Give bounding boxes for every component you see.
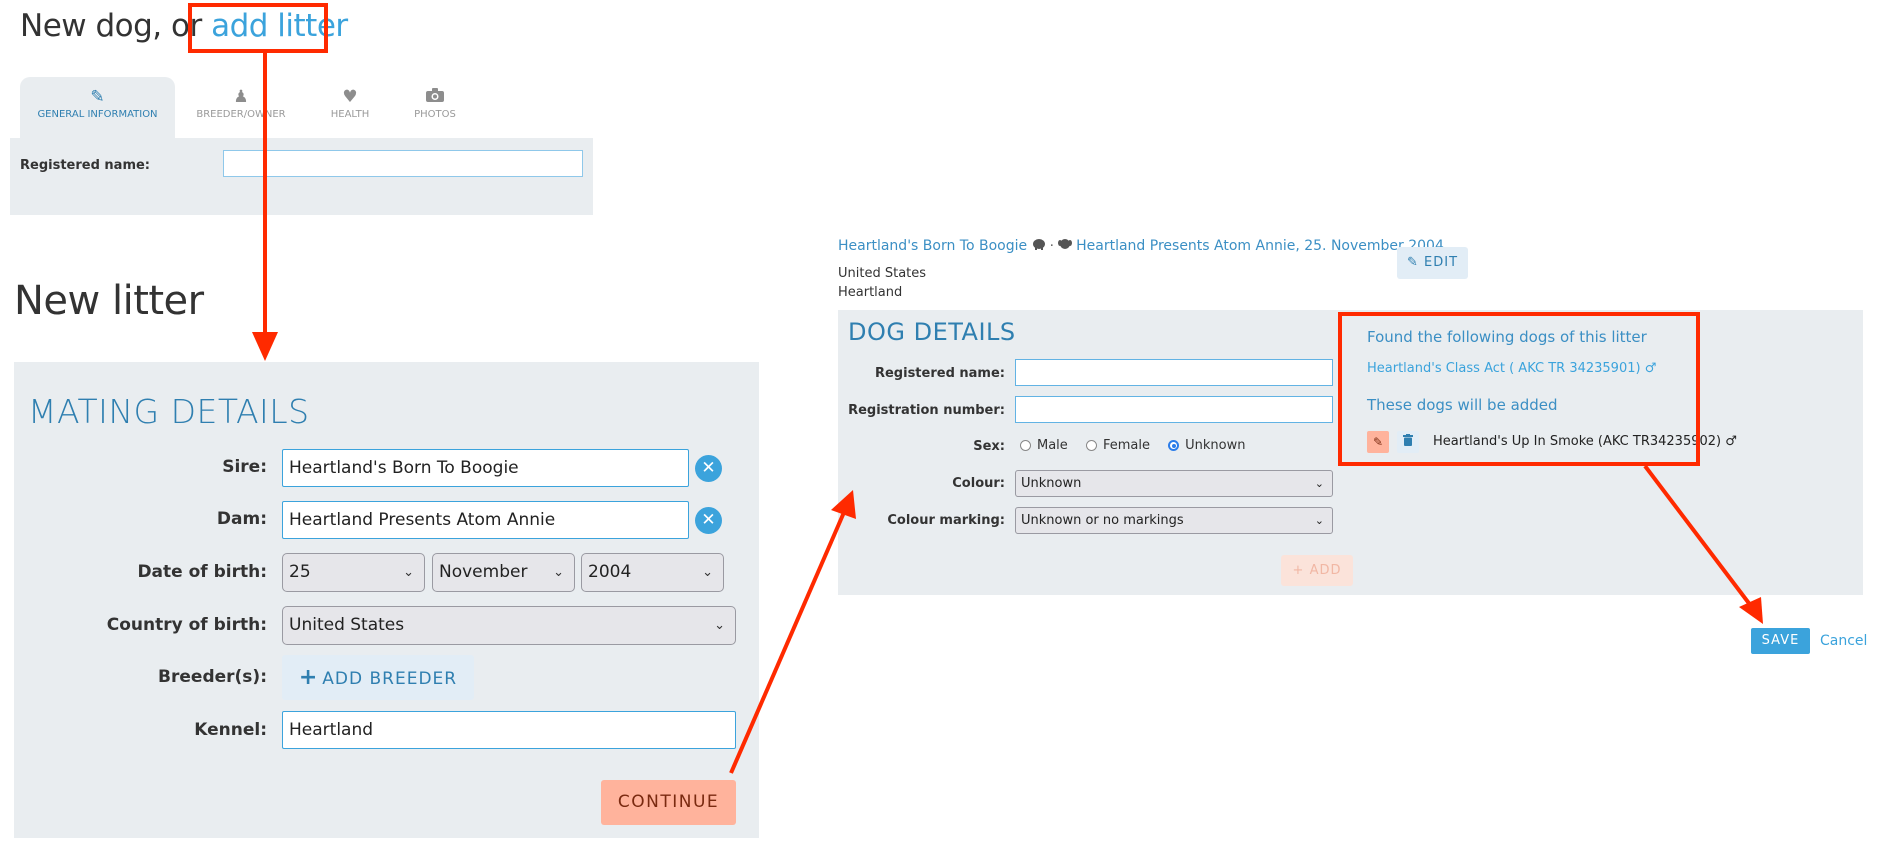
- litter-kennel: Heartland: [838, 285, 903, 300]
- colour-marking-value: Unknown or no markings: [1021, 513, 1184, 528]
- dam-label: Dam:: [216, 509, 267, 529]
- radio-button[interactable]: [1085, 440, 1097, 451]
- tab-label: HEALTH: [330, 109, 370, 120]
- date-of-birth-label: Date of birth:: [137, 562, 267, 582]
- new-litter-heading: New litter: [14, 278, 204, 324]
- registered-name-label: Registered name:: [874, 366, 1005, 381]
- registration-number-label: Registration number:: [848, 403, 1005, 418]
- male-dog-icon: [1032, 239, 1050, 254]
- female-dog-icon: [1054, 239, 1076, 254]
- clear-dam-button[interactable]: ✕: [695, 507, 722, 534]
- chevron-down-icon: ⌄: [714, 618, 725, 633]
- colour-label: Colour:: [952, 476, 1005, 491]
- heart-pulse-icon: ♥: [342, 87, 358, 107]
- add-dog-button[interactable]: + ADD: [1281, 555, 1353, 586]
- edit-litter-button[interactable]: ✎ EDIT: [1397, 247, 1468, 279]
- dob-year-select[interactable]: 2004 ⌄: [581, 553, 724, 592]
- sire-label: Sire:: [222, 457, 267, 477]
- cancel-link[interactable]: Cancel: [1820, 633, 1867, 649]
- dob-day-select[interactable]: 25 ⌄: [282, 553, 425, 592]
- breeders-label: Breeder(s):: [158, 667, 267, 687]
- tab-label: BREEDER/OWNER: [196, 109, 286, 120]
- pencil-icon: ✎: [1406, 255, 1419, 270]
- colour-value: Unknown: [1021, 476, 1082, 491]
- chevron-down-icon: ⌄: [702, 565, 713, 580]
- sex-option-male[interactable]: Male: [1020, 438, 1068, 453]
- dob-month-select[interactable]: November ⌄: [432, 553, 575, 592]
- save-button[interactable]: SAVE: [1751, 628, 1810, 654]
- radio-label: Unknown: [1185, 438, 1246, 453]
- person-icon: ♟: [233, 87, 249, 107]
- sex-label: Sex:: [973, 439, 1005, 454]
- radio-button[interactable]: [1020, 440, 1031, 451]
- kennel-label: Kennel:: [194, 720, 267, 740]
- litter-title: Heartland's Born To Boogie · Heartland P…: [838, 238, 1444, 254]
- mating-details-title: MATING DETAILS: [28, 392, 310, 431]
- registered-name-label: Registered name:: [20, 158, 151, 173]
- colour-select[interactable]: Unknown ⌄: [1015, 470, 1333, 497]
- chevron-down-icon: ⌄: [553, 565, 564, 580]
- annotation-box-litter-summary: [1338, 312, 1700, 466]
- add-breeder-button[interactable]: + ADD BREEDER: [282, 655, 474, 700]
- radio-button-selected[interactable]: [1168, 440, 1180, 451]
- dam-link[interactable]: Heartland Presents Atom Annie, 25. Novem…: [1076, 238, 1444, 254]
- plus-icon: +: [298, 665, 319, 690]
- edit-label: EDIT: [1424, 255, 1459, 270]
- dob-month-value: November: [439, 562, 528, 582]
- dob-year-value: 2004: [588, 562, 632, 582]
- camera-icon: [395, 87, 475, 109]
- sex-option-unknown[interactable]: Unknown: [1168, 438, 1245, 453]
- litter-country: United States: [838, 266, 927, 281]
- chevron-down-icon: ⌄: [1314, 477, 1324, 490]
- sex-radio-group: Male Female Unknown: [1020, 438, 1259, 453]
- mating-details-panel: [14, 362, 759, 838]
- tab-label: GENERAL INFORMATION: [37, 109, 158, 120]
- tab-breeder-owner[interactable]: ♟ BREEDER/OWNER: [180, 77, 302, 138]
- sex-option-female[interactable]: Female: [1085, 438, 1150, 453]
- colour-marking-label: Colour marking:: [887, 513, 1005, 528]
- country-of-birth-select[interactable]: United States ⌄: [282, 606, 736, 645]
- kennel-input[interactable]: Heartland: [282, 711, 736, 749]
- annotation-box-add-litter: [188, 3, 328, 53]
- registered-name-input[interactable]: [1015, 359, 1333, 386]
- tab-health[interactable]: ♥ HEALTH: [310, 77, 390, 138]
- add-label: ADD: [1309, 563, 1342, 578]
- country-of-birth-label: Country of birth:: [106, 615, 267, 635]
- add-breeder-label: ADD BREEDER: [322, 669, 458, 689]
- continue-button[interactable]: CONTINUE: [601, 780, 736, 825]
- pencil-icon: ✎: [90, 87, 105, 107]
- dog-tabs: ✎ GENERAL INFORMATION ♟ BREEDER/OWNER ♥ …: [20, 77, 480, 138]
- new-dog-title-text: New dog, or: [20, 8, 212, 44]
- dam-input[interactable]: Heartland Presents Atom Annie: [282, 501, 689, 539]
- tab-photos[interactable]: PHOTOS: [395, 77, 475, 138]
- radio-label: Male: [1037, 438, 1068, 453]
- country-value: United States: [289, 615, 405, 635]
- radio-label: Female: [1102, 438, 1150, 453]
- registered-name-input[interactable]: [223, 150, 583, 177]
- tab-label: PHOTOS: [414, 109, 456, 120]
- sire-link[interactable]: Heartland's Born To Boogie: [838, 238, 1027, 254]
- sire-input[interactable]: Heartland's Born To Boogie: [282, 449, 689, 487]
- chevron-down-icon: ⌄: [403, 565, 414, 580]
- dog-details-title: DOG DETAILS: [848, 318, 1016, 346]
- registration-number-input[interactable]: [1015, 396, 1333, 423]
- close-icon: ✕: [701, 510, 716, 530]
- dob-day-value: 25: [289, 562, 311, 582]
- clear-sire-button[interactable]: ✕: [695, 455, 722, 482]
- chevron-down-icon: ⌄: [1314, 514, 1324, 527]
- tab-general-information[interactable]: ✎ GENERAL INFORMATION: [20, 77, 175, 138]
- close-icon: ✕: [701, 458, 716, 478]
- colour-marking-select[interactable]: Unknown or no markings ⌄: [1015, 507, 1333, 534]
- plus-icon: +: [1292, 563, 1305, 578]
